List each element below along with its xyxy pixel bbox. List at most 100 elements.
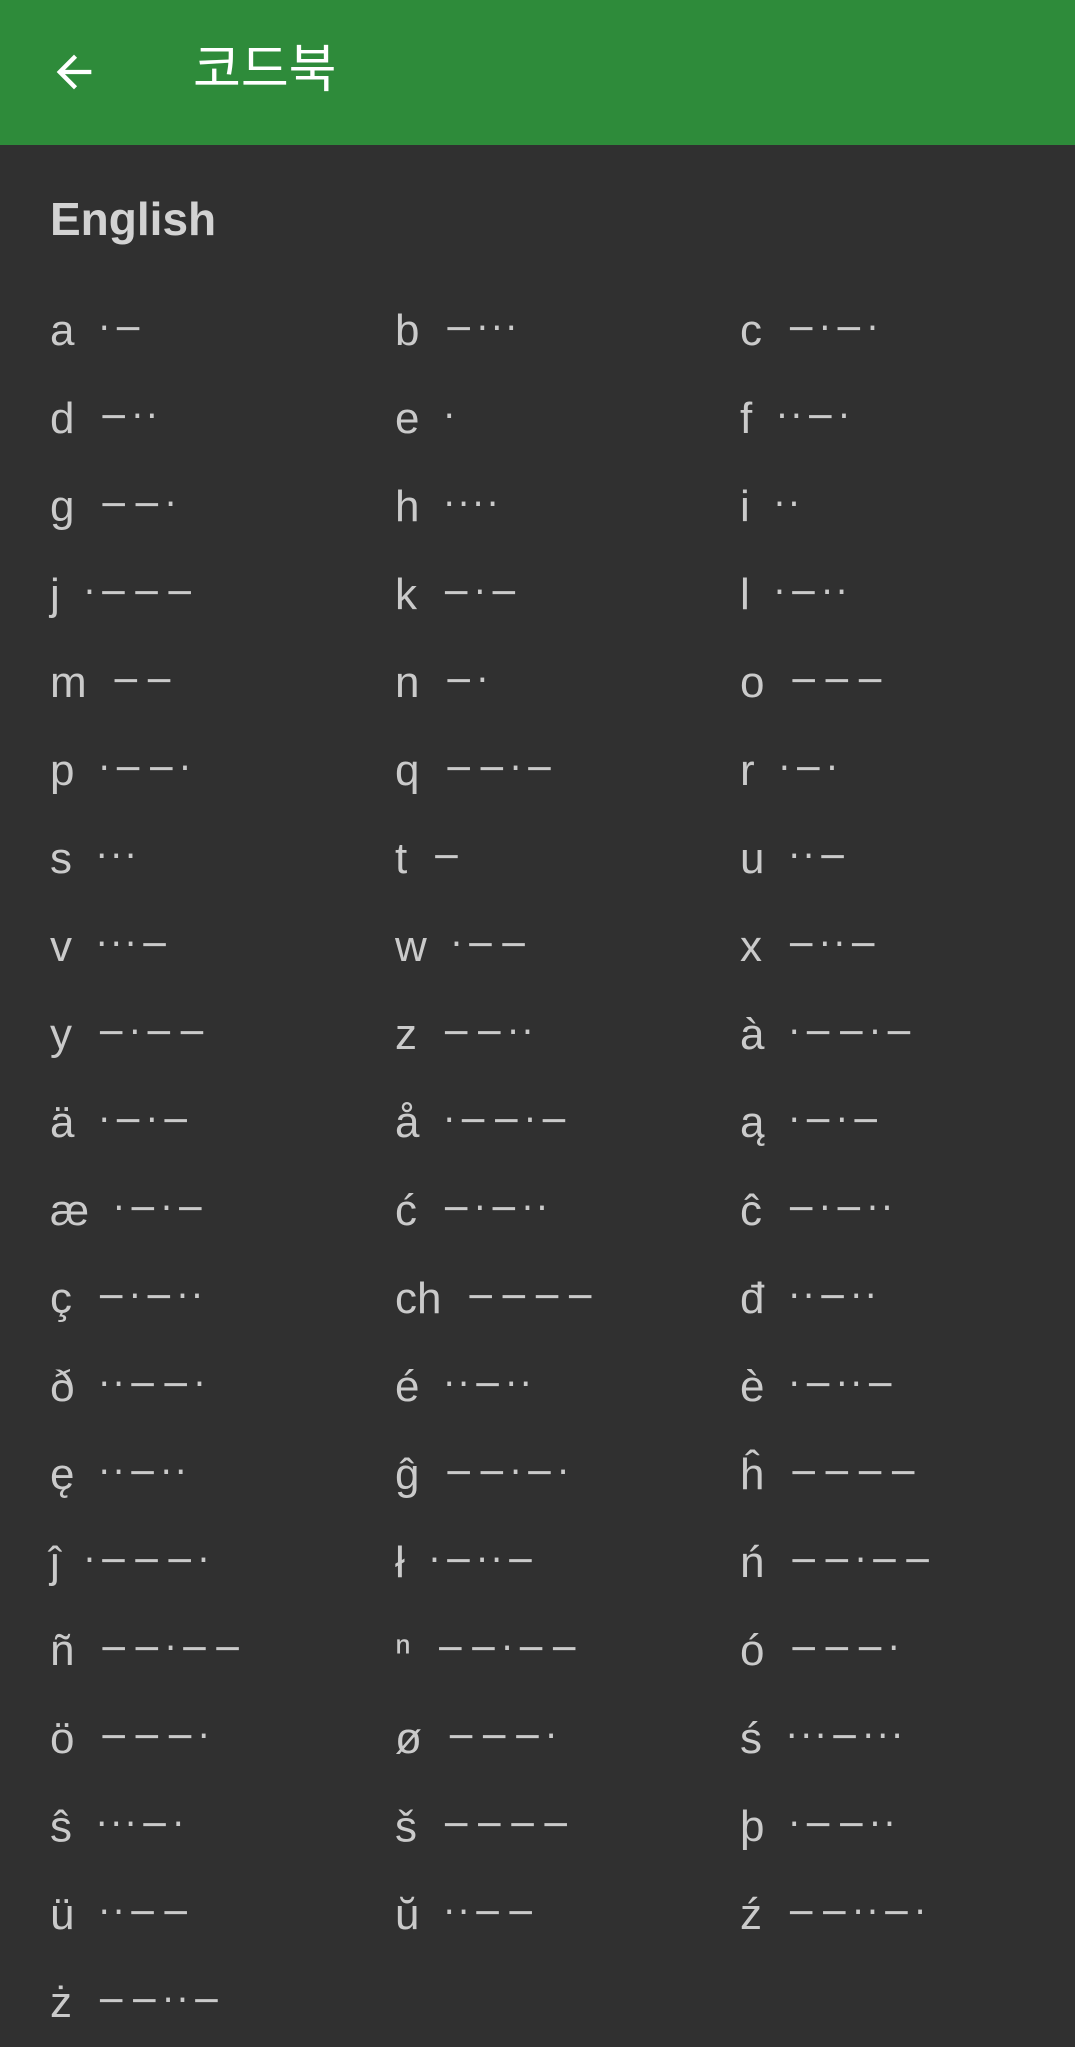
morse-code: ··−·· [98, 1451, 190, 1493]
code-entry: ĉ −·−·· [740, 1167, 1075, 1255]
morse-code: ···−· [96, 1803, 187, 1845]
morse-code: ·−·− [98, 1099, 194, 1141]
code-letter: h [395, 482, 420, 531]
code-letter: m [50, 658, 87, 707]
code-letter: y [50, 1010, 72, 1059]
codebook-content: English a ·− b −··· c −·−· d −·· e · f ··−· g −−· h ···… [0, 145, 1075, 2043]
code-letter: q [395, 746, 420, 795]
code-entry: đ ··−·· [740, 1255, 1075, 1343]
code-letter: i [740, 482, 750, 531]
code-letter: r [740, 746, 755, 795]
code-letter: p [50, 746, 75, 795]
code-entry: k −·− [395, 551, 740, 639]
morse-code: −−·−− [788, 1539, 936, 1581]
app-bar: 코드북 [0, 0, 1075, 145]
code-entry: š −−−− [395, 1783, 740, 1871]
morse-code: · [443, 395, 458, 437]
code-entry: b −··· [395, 287, 740, 375]
morse-code: −·− [441, 571, 522, 613]
morse-code: −−·−· [443, 1451, 572, 1493]
morse-code: −−· [98, 483, 180, 525]
code-letter: l [740, 570, 750, 619]
code-entry: ż −−··− [50, 1959, 395, 2047]
code-entry: m −− [50, 639, 395, 727]
code-entry: ⁿ −−·−− [395, 1607, 740, 1695]
code-entry: z −−·· [395, 991, 740, 1079]
morse-code: −·−·· [786, 1187, 896, 1229]
morse-code: −−··− [96, 1979, 225, 2021]
morse-code: ·−−− [83, 571, 198, 613]
code-entry: ð ··−−· [50, 1343, 395, 1431]
page-title: 코드북 [193, 40, 337, 100]
code-entry: ó −−−· [740, 1607, 1075, 1695]
code-letter: ö [50, 1714, 75, 1763]
morse-code: ··−· [776, 395, 853, 437]
morse-code: ·−··− [428, 1539, 539, 1581]
morse-code: − [431, 835, 465, 877]
code-entry: e · [395, 375, 740, 463]
morse-code: −−−· [788, 1627, 903, 1669]
code-entry: à ·−−·− [740, 991, 1075, 1079]
code-entry: u ··− [740, 815, 1075, 903]
morse-code: ···− [96, 923, 173, 965]
code-entry: l ·−·· [740, 551, 1075, 639]
code-entry: j ·−−− [50, 551, 395, 639]
morse-code: −−·−− [98, 1627, 246, 1669]
code-letter: e [395, 394, 420, 443]
code-letter: ŭ [395, 1890, 420, 1939]
code-entry: i ·· [740, 463, 1075, 551]
morse-code: −·−·· [441, 1187, 551, 1229]
code-entry: y −·−− [50, 991, 395, 1079]
morse-code: ···−··· [786, 1715, 906, 1757]
code-letter: ą [740, 1098, 765, 1147]
code-letter: w [395, 922, 427, 971]
morse-code: −··− [786, 923, 882, 965]
code-entry: g −−· [50, 463, 395, 551]
morse-code: −−·− [443, 747, 558, 789]
code-letter: ñ [50, 1626, 75, 1675]
morse-code: ··−·· [443, 1363, 535, 1405]
code-letter: ü [50, 1890, 75, 1939]
code-entry: c −·−· [740, 287, 1075, 375]
code-entry: ź −−··−· [740, 1871, 1075, 1959]
code-letter: đ [740, 1274, 765, 1323]
code-letter: ń [740, 1538, 765, 1587]
code-letter: ⁿ [395, 1626, 412, 1675]
morse-code: ··− [788, 835, 851, 877]
morse-code: −·· [98, 395, 161, 437]
code-letter: j [50, 570, 60, 619]
morse-code: ·−− [450, 923, 532, 965]
code-grid: a ·− b −··· c −·−· d −·· e · f ··−· g −−· h ···· i ·· j ·−−… [50, 287, 1075, 2047]
code-letter: ć [395, 1186, 417, 1235]
code-entry: t − [395, 815, 740, 903]
morse-code: ·−−−· [83, 1539, 213, 1581]
morse-code: ·−−·· [788, 1803, 899, 1845]
morse-code: ··−−· [98, 1363, 209, 1405]
code-entry: n −· [395, 639, 740, 727]
code-letter: ś [740, 1714, 762, 1763]
code-entry: ł ·−··− [395, 1519, 740, 1607]
code-letter: à [740, 1010, 765, 1059]
back-button[interactable] [30, 28, 118, 116]
code-letter: ź [740, 1890, 762, 1939]
code-entry: v ···− [50, 903, 395, 991]
code-letter: v [50, 922, 72, 971]
code-entry: ç −·−·· [50, 1255, 395, 1343]
code-letter: x [740, 922, 762, 971]
morse-code: −−·−− [435, 1627, 583, 1669]
code-letter: å [395, 1098, 420, 1147]
morse-code: −−·· [441, 1011, 537, 1053]
code-entry: þ ·−−·· [740, 1783, 1075, 1871]
code-letter: ż [50, 1978, 72, 2027]
morse-code: ··−− [98, 1891, 194, 1933]
code-letter: u [740, 834, 765, 883]
code-letter: ch [395, 1274, 442, 1323]
code-letter: ç [50, 1274, 72, 1323]
code-entry: a ·− [50, 287, 395, 375]
code-entry: w ·−− [395, 903, 740, 991]
code-entry: ĥ −−−− [740, 1431, 1075, 1519]
code-entry: ć −·−·· [395, 1167, 740, 1255]
morse-code: ·−· [778, 747, 841, 789]
morse-code: ·−−·− [443, 1099, 572, 1141]
code-letter: æ [50, 1186, 90, 1235]
